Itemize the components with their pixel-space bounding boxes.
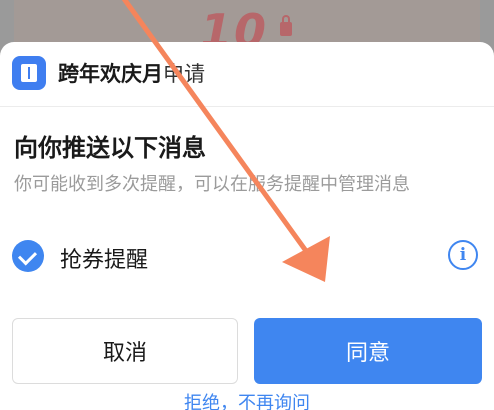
reject-never-ask-link[interactable]: 拒绝，不再询问	[0, 389, 494, 410]
app-logo-icon	[12, 56, 46, 90]
app-title: 跨年欢庆月申请	[58, 58, 205, 88]
dialog-header: 跨年欢庆月申请	[12, 56, 205, 90]
dialog-heading: 向你推送以下消息	[14, 134, 206, 162]
app-name: 跨年欢庆月	[58, 62, 163, 86]
dialog-description: 你可能收到多次提醒，可以在服务提醒中管理消息	[14, 174, 410, 195]
option-label: 抢券提醒	[60, 248, 149, 273]
app-title-suffix: 申请	[163, 62, 205, 86]
check-circle-icon[interactable]	[12, 240, 44, 272]
lock-icon	[280, 15, 292, 36]
header-divider	[0, 106, 494, 107]
info-icon[interactable]: i	[448, 240, 478, 270]
cancel-button[interactable]: 取消	[12, 318, 238, 384]
agree-button[interactable]: 同意	[254, 318, 482, 384]
option-coupon-reminder[interactable]: 抢券提醒 i	[12, 238, 482, 274]
screen: 10 跨年欢庆月申请 向你推送以下消息 你可能收到多次提醒，可以在服务提醒中管理…	[0, 0, 494, 410]
permission-dialog: 跨年欢庆月申请 向你推送以下消息 你可能收到多次提醒，可以在服务提醒中管理消息 …	[0, 42, 494, 410]
